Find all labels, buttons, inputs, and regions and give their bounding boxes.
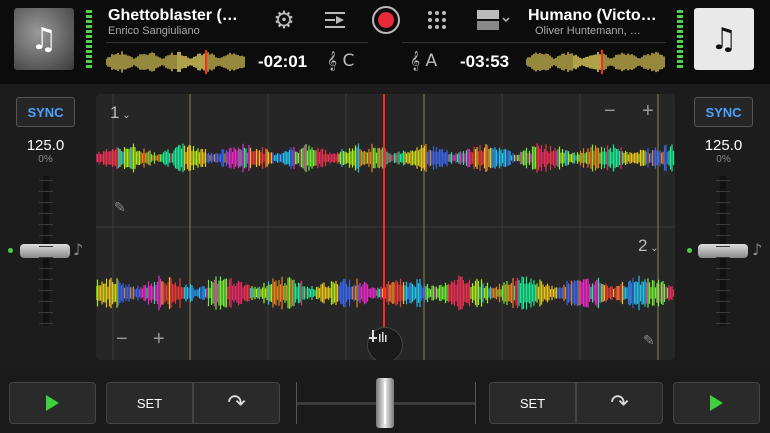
pitch-tick (716, 323, 730, 324)
deck-b-loop-button[interactable]: ↷ (576, 382, 663, 424)
deck-a-key-value: C (342, 51, 355, 71)
pitch-tick (39, 202, 53, 203)
pitch-tick (39, 323, 53, 324)
deck-a-zoom-out-button[interactable]: − (604, 100, 616, 123)
deck-a-number-selector[interactable]: 1 ⌄ (110, 103, 131, 123)
eq-mixer-button[interactable] (367, 327, 403, 360)
pitch-tick (39, 268, 53, 269)
pitch-tick (716, 180, 730, 181)
music-note-icon: ♪ (73, 240, 84, 259)
deck-b-pitch-indicator (687, 248, 692, 253)
pitch-tick (716, 301, 730, 302)
gear-icon[interactable]: ⚙ (271, 7, 297, 34)
pitch-tick (716, 290, 730, 291)
deck-b-zoom-in-button[interactable]: + (153, 328, 165, 351)
pitch-tick (39, 180, 53, 181)
deck-a-pitch-percent: 0% (38, 154, 53, 165)
pitch-tick (716, 268, 730, 269)
pitch-tick (39, 279, 53, 280)
deck-b-zoom-out-button[interactable]: − (116, 328, 128, 351)
layout-icon[interactable] (476, 7, 512, 33)
pitch-tick (39, 213, 53, 214)
pitch-tick (39, 246, 53, 247)
deck-b-artist: Oliver Huntemann, … (535, 25, 641, 37)
deck-b-artwork[interactable]: ♫ (694, 8, 754, 70)
waveform-display[interactable] (96, 94, 675, 360)
deck-b-key[interactable]: 𝄞 A (410, 51, 437, 71)
deck-a-bpm[interactable]: 125.0 (16, 137, 75, 154)
pencil-icon[interactable]: ✎ (643, 333, 655, 349)
divider (106, 42, 368, 43)
divider (402, 42, 666, 43)
pitch-tick (39, 224, 53, 225)
crossfader-end (296, 382, 297, 424)
deck-a-zoom-in-button[interactable]: + (642, 100, 654, 123)
deck-b-set-cue-button[interactable]: SET (489, 382, 576, 424)
deck-b-vu-meter (677, 10, 683, 70)
pitch-tick (716, 224, 730, 225)
deck-a-key[interactable]: 𝄞 C (327, 51, 354, 71)
play-icon (46, 395, 59, 411)
deck-a-play-button[interactable] (9, 382, 96, 424)
deck-a-pitch-indicator (8, 248, 13, 253)
loop-icon: ↷ (227, 390, 246, 416)
pitch-tick (716, 202, 730, 203)
music-note-icon: ♫ (30, 21, 58, 57)
crossfader-end (475, 382, 476, 424)
deck-a-title[interactable]: Ghettoblaster (… (108, 7, 238, 25)
deck-a-loop-button[interactable]: ↷ (193, 382, 280, 424)
deck-a-artist: Enrico Sangiuliano (108, 25, 200, 37)
deck-a-set-cue-button[interactable]: SET (106, 382, 193, 424)
music-note-icon: ♫ (710, 21, 738, 57)
deck-a-sync-button[interactable]: SYNC (16, 97, 75, 127)
crossfader[interactable] (296, 378, 476, 428)
pitch-tick (39, 257, 53, 258)
loop-icon: ↷ (610, 390, 629, 416)
deck-b-overview-waveform[interactable] (526, 50, 666, 74)
pitch-tick (716, 213, 730, 214)
deck-b-play-button[interactable] (673, 382, 760, 424)
pitch-tick (716, 191, 730, 192)
pitch-tick (716, 246, 730, 247)
play-icon (710, 395, 723, 411)
deck-a-overview-waveform[interactable] (106, 50, 246, 74)
pitch-tick (39, 301, 53, 302)
deck-b-sync-button[interactable]: SYNC (694, 97, 753, 127)
pitch-tick (716, 257, 730, 258)
deck-b-time-remaining: -03:53 (460, 52, 510, 71)
top-bar: ♫ Ghettoblaster (… Enrico Sangiuliano ⚙ … (0, 0, 770, 84)
pitch-tick (39, 191, 53, 192)
clef-icon: 𝄞 (327, 51, 338, 71)
deck-b-number-selector[interactable]: 2 ⌄ (638, 236, 659, 256)
pitch-tick (716, 312, 730, 313)
music-note-icon: ♪ (752, 240, 763, 259)
pitch-tick (39, 312, 53, 313)
deck-b-title[interactable]: Humano (Victo… (528, 7, 657, 25)
pitch-tick (39, 235, 53, 236)
pencil-icon[interactable]: ✎ (114, 200, 126, 216)
bottom-bar: SET ↷ SET ↷ (0, 370, 770, 433)
automix-icon[interactable] (322, 7, 348, 33)
waveform-panel[interactable]: 1 ⌄ − + ✎ 2 ⌄ − + ✎ (96, 94, 675, 360)
deck-b-key-value: A (425, 51, 438, 71)
clef-icon: 𝄞 (410, 51, 421, 71)
deck-a-vu-meter (86, 10, 92, 70)
grid-icon[interactable] (424, 7, 450, 33)
record-button[interactable] (372, 6, 400, 34)
deck-a-artwork[interactable]: ♫ (14, 8, 74, 70)
crossfader-handle[interactable] (376, 378, 394, 428)
deck-b-pitch-percent: 0% (716, 154, 731, 165)
deck-a-time-remaining: -02:01 (258, 52, 308, 71)
pitch-tick (716, 235, 730, 236)
deck-b-bpm[interactable]: 125.0 (694, 137, 753, 154)
pitch-tick (716, 279, 730, 280)
pitch-tick (39, 290, 53, 291)
